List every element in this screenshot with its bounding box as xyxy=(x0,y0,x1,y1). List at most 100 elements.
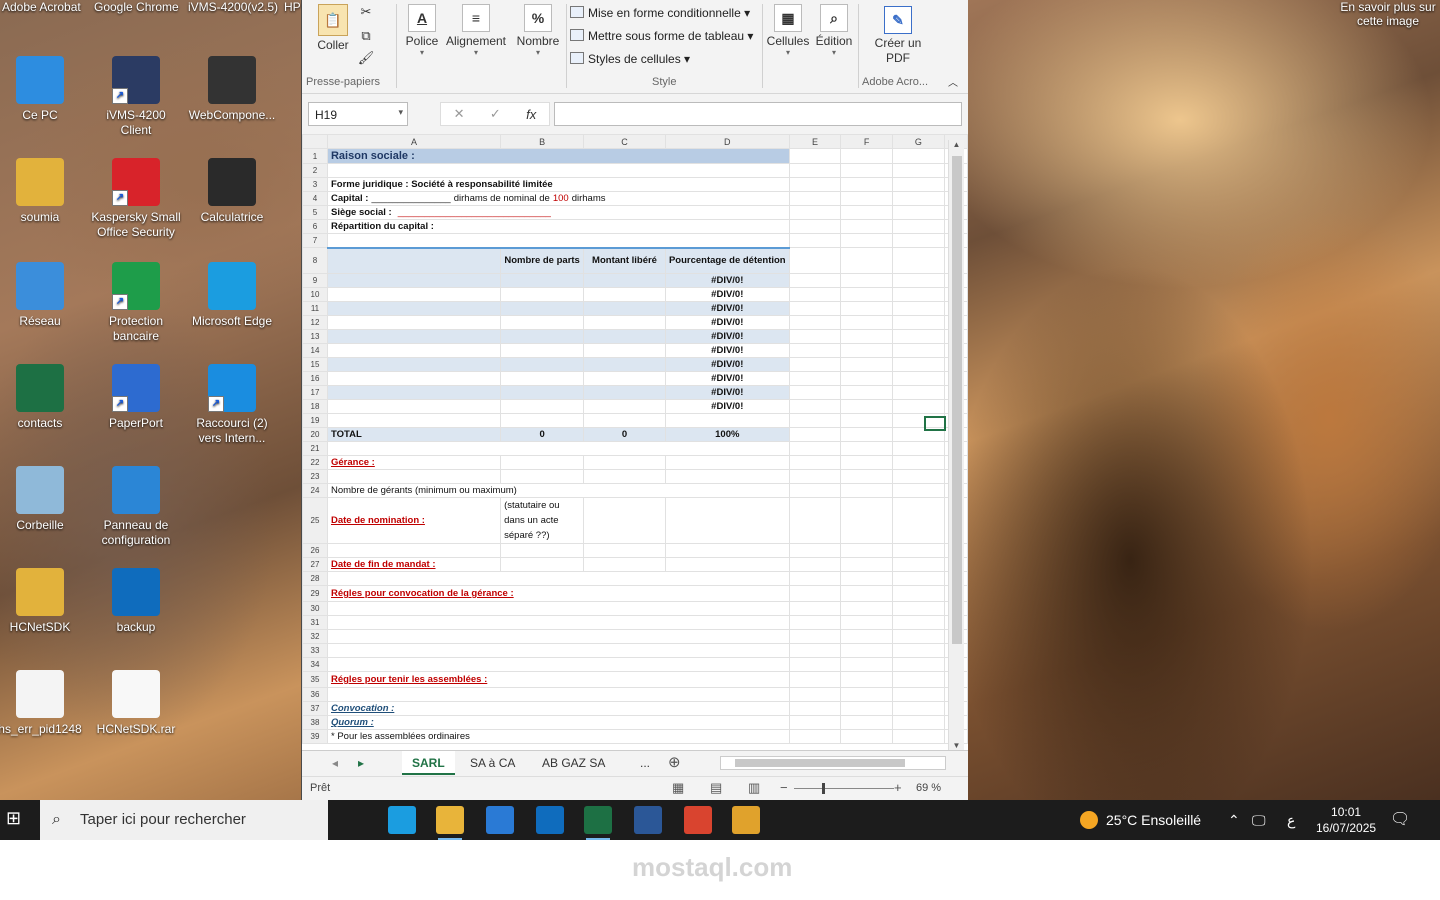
cell[interactable] xyxy=(788,357,842,372)
pct-cell[interactable]: #DIV/0! xyxy=(664,287,790,302)
cell[interactable] xyxy=(788,671,842,688)
cell[interactable] xyxy=(840,385,893,400)
cell[interactable] xyxy=(891,343,945,358)
row-number[interactable]: 2 xyxy=(302,163,328,178)
cell[interactable] xyxy=(583,329,666,344)
cell[interactable] xyxy=(840,585,893,602)
cell[interactable] xyxy=(583,371,666,386)
cell[interactable] xyxy=(326,413,502,428)
cell[interactable] xyxy=(583,543,666,558)
cell[interactable] xyxy=(326,571,790,586)
desktop-icon-9[interactable]: contacts xyxy=(0,364,85,431)
row-number[interactable]: 16 xyxy=(302,371,328,386)
row-number[interactable]: 29 xyxy=(302,585,328,602)
cell[interactable] xyxy=(840,148,893,164)
cell[interactable] xyxy=(840,543,893,558)
column-header[interactable]: B xyxy=(500,134,585,149)
cell[interactable] xyxy=(500,469,585,484)
cell[interactable] xyxy=(840,701,893,716)
cell[interactable] xyxy=(891,571,945,586)
top-label-chrome[interactable]: Google Chrome xyxy=(94,0,179,14)
cell[interactable] xyxy=(840,729,893,744)
editing-button[interactable]: ⌕ Édition ▾ xyxy=(812,4,856,57)
formula-input[interactable] xyxy=(554,102,962,126)
create-pdf-button[interactable]: ✎ Créer un PDF xyxy=(868,6,928,66)
row-number[interactable]: 26 xyxy=(302,543,328,558)
cell[interactable] xyxy=(788,329,842,344)
scroll-down-icon[interactable]: ▼ xyxy=(949,741,964,750)
cell[interactable] xyxy=(840,247,893,274)
cell[interactable] xyxy=(326,246,502,274)
row-number[interactable]: 20 xyxy=(302,427,328,442)
cell[interactable] xyxy=(788,629,842,644)
task-view-icon[interactable] xyxy=(340,806,368,834)
cells-button[interactable]: ▦ Cellules ▾ xyxy=(766,4,810,57)
pct-cell[interactable]: #DIV/0! xyxy=(664,329,790,344)
search-box[interactable]: ⌕ Taper ici pour rechercher xyxy=(40,800,328,840)
cell[interactable] xyxy=(326,343,502,358)
header-pourcentage[interactable]: Pourcentage de détention xyxy=(664,246,790,274)
cell-styles-button[interactable]: Styles de cellules ▾ xyxy=(570,52,690,66)
hscroll-thumb[interactable] xyxy=(735,759,905,767)
pct-cell[interactable]: #DIV/0! xyxy=(664,343,790,358)
statutaire-cell[interactable]: (statutaire ou dans un acte séparé ??) xyxy=(500,497,585,544)
vertical-scrollbar[interactable]: ▲ ▼ xyxy=(948,140,964,750)
cell[interactable] xyxy=(840,205,893,220)
add-sheet-icon[interactable]: ⊕ xyxy=(658,751,691,775)
cell[interactable] xyxy=(788,399,842,414)
cell[interactable] xyxy=(891,729,945,744)
row-number[interactable]: 23 xyxy=(302,469,328,484)
pct-cell[interactable]: #DIV/0! xyxy=(664,301,790,316)
cell[interactable] xyxy=(788,497,842,544)
cell[interactable] xyxy=(788,427,842,442)
pct-cell[interactable]: #DIV/0! xyxy=(664,273,790,288)
cell[interactable] xyxy=(664,455,790,470)
column-header[interactable]: G xyxy=(891,134,945,149)
cell[interactable] xyxy=(788,601,842,616)
cell[interactable] xyxy=(326,273,502,288)
cell[interactable] xyxy=(840,687,893,702)
cell[interactable] xyxy=(840,715,893,730)
cell[interactable] xyxy=(788,385,842,400)
cell[interactable] xyxy=(891,148,945,164)
tab-sarl[interactable]: SARL xyxy=(402,751,455,775)
cell[interactable] xyxy=(500,273,585,288)
cell[interactable] xyxy=(326,315,502,330)
capital-cell[interactable]: Capital : _______________ dirhams de nomin… xyxy=(326,191,790,206)
cell[interactable] xyxy=(788,557,842,572)
cell[interactable] xyxy=(500,329,585,344)
cell[interactable] xyxy=(840,657,893,672)
row-number[interactable]: 34 xyxy=(302,657,328,672)
cell[interactable] xyxy=(788,343,842,358)
pct-cell[interactable]: #DIV/0! xyxy=(664,399,790,414)
total-label[interactable]: TOTAL xyxy=(326,427,502,442)
top-label-ivms[interactable]: iVMS-4200(v2.5) xyxy=(188,0,278,14)
font-button[interactable]: A Police ▾ xyxy=(402,4,442,57)
cell[interactable] xyxy=(840,671,893,688)
cell[interactable] xyxy=(840,455,893,470)
format-painter-button[interactable]: 🖌 xyxy=(356,50,376,66)
cell[interactable] xyxy=(840,163,893,178)
total-pct[interactable]: 100% xyxy=(664,427,790,442)
row-number[interactable]: 21 xyxy=(302,441,328,456)
cell[interactable] xyxy=(891,205,945,220)
tab-ab-gaz-sa[interactable]: AB GAZ SA xyxy=(532,751,615,775)
row-number[interactable]: 33 xyxy=(302,643,328,658)
row-number[interactable]: 14 xyxy=(302,343,328,358)
copy-button[interactable]: ⧉ xyxy=(356,28,376,44)
outlook-icon[interactable] xyxy=(536,806,564,834)
desktop-icon-16[interactable]: hs_err_pid1248 xyxy=(0,670,85,737)
zoom-slider-thumb[interactable] xyxy=(822,783,825,794)
row-number[interactable]: 3 xyxy=(302,177,328,192)
cell[interactable] xyxy=(326,329,502,344)
row-number[interactable]: 10 xyxy=(302,287,328,302)
cell[interactable] xyxy=(840,413,893,428)
cell[interactable] xyxy=(891,399,945,414)
cell[interactable] xyxy=(500,399,585,414)
cell[interactable] xyxy=(840,601,893,616)
top-label-hp[interactable]: HP xyxy=(284,0,301,14)
cancel-icon[interactable]: ✕ xyxy=(454,106,465,122)
cell[interactable] xyxy=(840,315,893,330)
desktop-icon-12[interactable]: Corbeille xyxy=(0,466,85,533)
cell[interactable] xyxy=(840,287,893,302)
